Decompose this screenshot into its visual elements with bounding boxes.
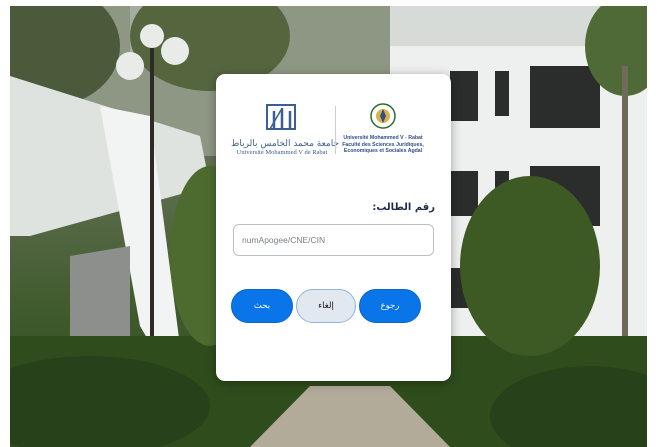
back-button[interactable]: رجوع — [359, 289, 421, 323]
student-number-input[interactable] — [233, 224, 434, 256]
student-lookup-card: جامعة محمد الخامس بالرباط Université Moh… — [216, 74, 451, 381]
fsjes-agdal-emblem-icon — [370, 103, 396, 129]
logos-header: جامعة محمد الخامس بالرباط Université Moh… — [216, 102, 451, 158]
um5-logo: جامعة محمد الخامس بالرباط Université Moh… — [231, 102, 340, 158]
um5-university-logo-icon — [266, 104, 296, 130]
fsjes-line3: Economiques et Sociales Agdal — [343, 148, 423, 154]
um5-latin-name: Université Mohammed V de Rabat — [236, 149, 328, 156]
fsjes-logo: Université Mohammed V - Rabat Faculté de… — [340, 102, 426, 158]
fsjes-line1: Université Mohammed V - Rabat — [343, 135, 423, 141]
student-number-label: رقم الطالب: — [372, 202, 435, 213]
cancel-button[interactable]: إلغاء — [296, 289, 356, 323]
logo-divider — [335, 106, 336, 154]
um5-arabic-name: جامعة محمد الخامس بالرباط — [231, 139, 340, 149]
search-button[interactable]: بحث — [231, 289, 293, 323]
